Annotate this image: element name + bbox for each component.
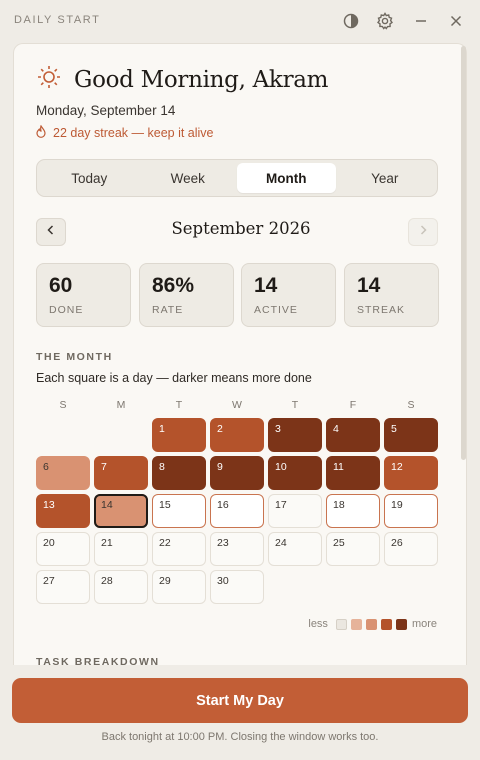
- day-cell[interactable]: 18: [326, 494, 380, 528]
- stat-active-label: ACTIVE: [254, 304, 298, 316]
- day-cell[interactable]: 11: [326, 456, 380, 490]
- stat-active-value: 14: [254, 274, 278, 297]
- minimize-icon[interactable]: [410, 10, 432, 32]
- contrast-icon[interactable]: [340, 10, 362, 32]
- weekday-label: M: [116, 399, 126, 411]
- day-cell[interactable]: 19: [384, 494, 438, 528]
- day-cell[interactable]: 26: [384, 532, 438, 566]
- day-cell[interactable]: 1: [152, 418, 206, 452]
- day-cell[interactable]: 15: [152, 494, 206, 528]
- day-cell[interactable]: 3: [268, 418, 322, 452]
- stat-done: 60 DONE: [36, 263, 131, 327]
- day-cell[interactable]: 6: [36, 456, 90, 490]
- tab-year[interactable]: Year: [336, 163, 435, 193]
- stat-streak: 14 STREAK: [344, 263, 439, 327]
- stat-rate: 86% RATE: [139, 263, 234, 327]
- chevron-right-icon: [418, 223, 428, 241]
- start-day-button[interactable]: Start My Day: [12, 678, 468, 723]
- stat-streak-label: STREAK: [357, 304, 406, 316]
- gear-icon[interactable]: [374, 10, 396, 32]
- weekday-label: S: [59, 399, 67, 411]
- weekday-label: T: [291, 399, 299, 411]
- legend-swatch: [350, 618, 362, 630]
- current-date: Monday, September 14: [36, 103, 176, 118]
- stat-rate-label: RATE: [152, 304, 184, 316]
- month-heatmap-grid: 1 2 3 4 5 6 7 8 9 10 11 12 13 14 15 16 17 18 19 20 21 22 23 24 2…: [36, 418, 438, 608]
- footer-note: Back tonight at 10:00 PM. Closing the wi…: [101, 731, 379, 743]
- day-cell[interactable]: 7: [94, 456, 148, 490]
- weekday-label: T: [175, 399, 183, 411]
- tab-week[interactable]: Week: [139, 163, 238, 193]
- next-month-button[interactable]: [408, 218, 438, 246]
- greeting-row: Good Morning, Akram: [36, 64, 328, 95]
- stat-rate-value: 86%: [152, 274, 195, 297]
- day-cell[interactable]: 2: [210, 418, 264, 452]
- stat-active: 14 ACTIVE: [241, 263, 336, 327]
- day-cell[interactable]: 23: [210, 532, 264, 566]
- legend-more: more: [411, 618, 437, 630]
- task-section-heading: TASK BREAKDOWN: [36, 656, 160, 665]
- flame-icon: [36, 124, 53, 141]
- tab-month[interactable]: Month: [237, 163, 336, 193]
- month-section-heading: THE MONTH: [36, 351, 113, 363]
- heatmap-legend: less more: [308, 618, 437, 630]
- legend-less: less: [308, 618, 328, 630]
- streak-banner: 22 day streak — keep it alive: [36, 124, 214, 141]
- day-cell[interactable]: 27: [36, 570, 90, 604]
- streak-text: 22 day streak — keep it alive: [53, 126, 214, 140]
- day-cell[interactable]: 29: [152, 570, 206, 604]
- day-cell[interactable]: 12: [384, 456, 438, 490]
- day-cell[interactable]: 20: [36, 532, 90, 566]
- sun-icon: [36, 64, 62, 95]
- day-cell[interactable]: 30: [210, 570, 264, 604]
- day-cell-today[interactable]: 14: [94, 494, 148, 528]
- legend-swatch: [380, 618, 392, 630]
- period-tabs: Today Week Month Year: [36, 159, 438, 197]
- day-cell[interactable]: 28: [94, 570, 148, 604]
- month-section-subtitle: Each square is a day — darker means more…: [36, 371, 312, 385]
- weekday-header: S M T W T F S: [36, 399, 438, 413]
- day-cell[interactable]: 8: [152, 456, 206, 490]
- day-cell[interactable]: 13: [36, 494, 90, 528]
- day-cell[interactable]: 24: [268, 532, 322, 566]
- month-label: September 2026: [171, 219, 311, 238]
- legend-swatch: [335, 618, 347, 630]
- weekday-label: F: [349, 399, 357, 411]
- stat-done-label: DONE: [49, 304, 84, 316]
- day-cell[interactable]: 4: [326, 418, 380, 452]
- day-cell[interactable]: 16: [210, 494, 264, 528]
- main-card: Good Morning, Akram Monday, September 14…: [13, 43, 467, 665]
- weekday-label: S: [407, 399, 415, 411]
- scrollbar[interactable]: [461, 46, 466, 460]
- title-bar: DAILY START: [0, 0, 480, 40]
- day-cell[interactable]: 17: [268, 494, 322, 528]
- stat-done-value: 60: [49, 274, 73, 297]
- tab-today[interactable]: Today: [40, 163, 139, 193]
- legend-swatch: [395, 618, 407, 630]
- day-cell[interactable]: 21: [94, 532, 148, 566]
- day-cell[interactable]: 5: [384, 418, 438, 452]
- app-title: DAILY START: [14, 14, 101, 26]
- legend-swatch: [365, 618, 377, 630]
- day-cell[interactable]: 9: [210, 456, 264, 490]
- day-cell[interactable]: 10: [268, 456, 322, 490]
- greeting-title: Good Morning, Akram: [74, 66, 329, 93]
- weekday-label: W: [232, 399, 242, 411]
- day-cell[interactable]: 25: [326, 532, 380, 566]
- stat-streak-value: 14: [357, 274, 381, 297]
- close-icon[interactable]: [445, 10, 467, 32]
- day-cell[interactable]: 22: [152, 532, 206, 566]
